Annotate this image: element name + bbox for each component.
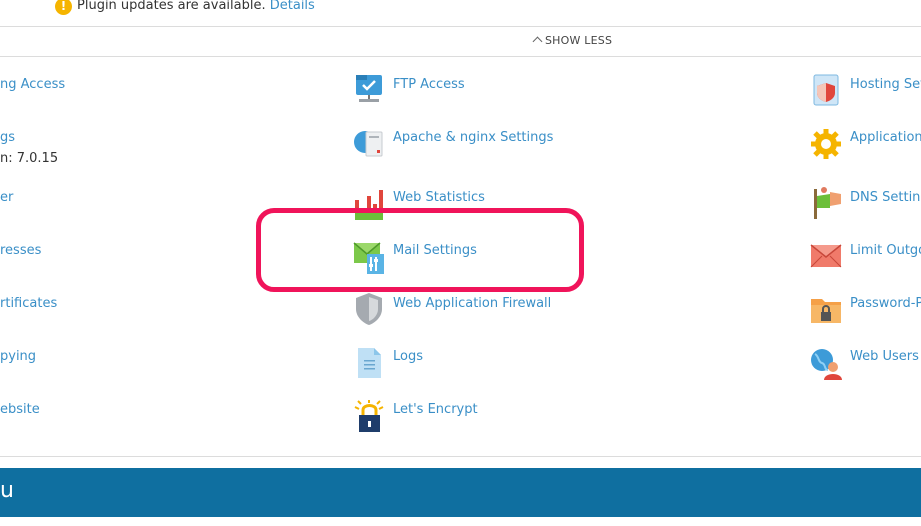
password-protected-link[interactable]: Password-P — [850, 296, 921, 311]
left-item-ssl-certificates[interactable]: rtificates — [0, 296, 57, 311]
left-item-hosting-access[interactable]: ng Access — [0, 77, 65, 92]
show-less-button[interactable]: SHOW LESS — [532, 34, 613, 47]
envelope-icon[interactable] — [810, 239, 842, 273]
dns-settings-icon[interactable] — [810, 186, 842, 220]
password-protected-folder-icon[interactable] — [810, 293, 842, 327]
php-version-text: n: 7.0.15 — [0, 151, 59, 166]
dns-settings-link[interactable]: DNS Setting — [850, 190, 921, 205]
plugin-updates-notice: ! Plugin updates are available. Details — [0, 0, 921, 26]
left-item-website[interactable]: ebsite — [0, 402, 40, 417]
apache-nginx-icon[interactable] — [353, 126, 385, 160]
warning-icon: ! — [55, 0, 72, 15]
section-header-bar: u — [0, 468, 921, 517]
divider-bottom — [0, 456, 921, 457]
left-item-website-copying[interactable]: pying — [0, 349, 36, 364]
waf-link[interactable]: Web Application Firewall — [393, 296, 551, 311]
applications-link[interactable]: Applications — [850, 130, 921, 145]
web-statistics-link[interactable]: Web Statistics — [393, 190, 485, 205]
ftp-access-icon[interactable] — [353, 71, 385, 105]
left-item-mail-addresses[interactable]: resses — [0, 243, 41, 258]
divider-top — [0, 26, 921, 27]
lets-encrypt-link[interactable]: Let's Encrypt — [393, 402, 478, 417]
show-less-label: SHOW LESS — [545, 34, 613, 47]
section-header-title: u — [0, 478, 14, 503]
left-item-php-settings[interactable]: gs — [0, 130, 15, 145]
hosting-settings-icon[interactable] — [810, 73, 842, 107]
left-item-file-manager[interactable]: er — [0, 190, 13, 205]
details-link[interactable]: Details — [270, 0, 315, 13]
shield-icon[interactable] — [353, 292, 385, 326]
logs-link[interactable]: Logs — [393, 349, 423, 364]
notice-text: Plugin updates are available. — [77, 0, 266, 13]
ftp-access-link[interactable]: FTP Access — [393, 77, 465, 92]
chevron-up-icon — [532, 36, 543, 47]
mail-settings-highlight — [256, 208, 584, 292]
lets-encrypt-icon[interactable] — [353, 399, 385, 433]
notice-message: Plugin updates are available. Details — [77, 0, 315, 13]
logs-icon[interactable] — [353, 346, 385, 380]
apache-nginx-link[interactable]: Apache & nginx Settings — [393, 130, 553, 145]
divider-tools — [0, 56, 921, 57]
applications-gear-icon[interactable] — [810, 127, 842, 161]
web-users-icon[interactable] — [810, 346, 842, 380]
hosting-settings-link[interactable]: Hosting Sett — [850, 77, 921, 92]
web-users-link[interactable]: Web Users — [850, 349, 919, 364]
limit-outgoing-link[interactable]: Limit Outgo — [850, 243, 921, 258]
